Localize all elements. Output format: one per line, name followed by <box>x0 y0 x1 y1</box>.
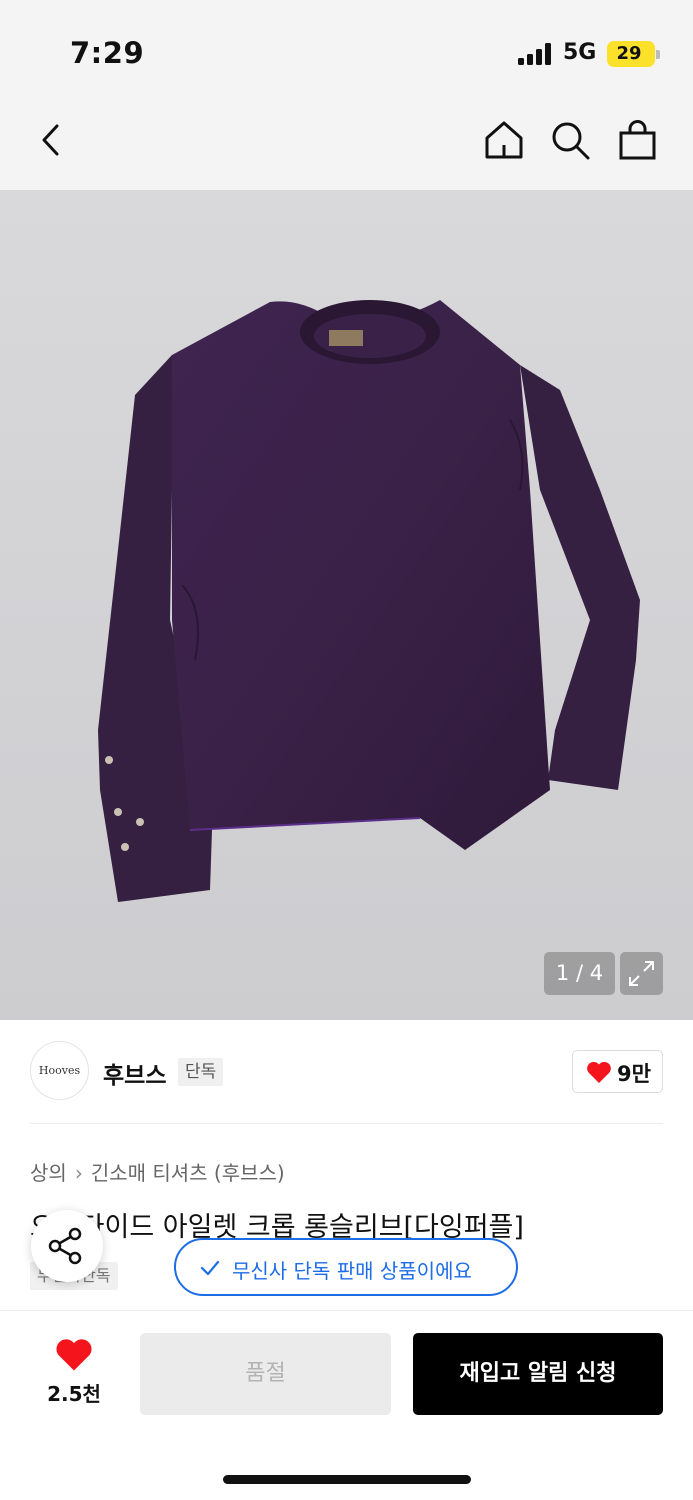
exclusive-toast: 무신사 단독 판매 상품이에요 <box>174 1238 518 1296</box>
share-button[interactable] <box>31 1210 103 1282</box>
exclusive-badge: 단독 <box>178 1058 224 1086</box>
wishlist-button[interactable]: 2.5천 <box>30 1338 118 1407</box>
toast-text: 무신사 단독 판매 상품이에요 <box>232 1259 472 1283</box>
breadcrumb: 상의 › 긴소매 티셔츠 (후브스) <box>30 1157 285 1186</box>
status-time: 7:29 <box>70 36 145 70</box>
top-nav <box>0 100 693 190</box>
shopping-bag-icon[interactable] <box>616 118 660 162</box>
product-image-gallery[interactable] <box>0 190 693 1020</box>
expand-image-button[interactable] <box>620 952 663 995</box>
divider <box>30 1123 663 1124</box>
breadcrumb-item[interactable]: 상의 <box>30 1161 67 1185</box>
image-pager: 1 / 4 <box>544 952 615 995</box>
restock-alert-button[interactable]: 재입고 알림 신청 <box>413 1333 663 1415</box>
home-indicator[interactable] <box>223 1475 471 1484</box>
check-icon <box>200 1260 220 1276</box>
brand-like-count: 9만 <box>617 1062 651 1086</box>
breadcrumb-item[interactable]: 긴소매 티셔츠 (후브스) <box>91 1161 285 1185</box>
product-image <box>98 300 640 902</box>
status-bar: 7:29 5G 29 <box>0 0 693 100</box>
heart-icon <box>56 1339 92 1371</box>
battery-level: 29 <box>616 43 642 64</box>
brand-name[interactable]: 후브스 <box>103 1056 166 1090</box>
heart-icon <box>587 1061 611 1083</box>
signal-bars-icon <box>518 43 554 65</box>
chevron-right-icon: › <box>74 1161 83 1185</box>
wishlist-count: 2.5천 <box>47 1382 101 1406</box>
search-icon[interactable] <box>548 118 592 162</box>
share-icon <box>48 1227 82 1265</box>
battery-icon: 29 <box>607 41 660 67</box>
home-icon[interactable] <box>482 118 526 162</box>
soldout-button: 품절 <box>140 1333 391 1415</box>
chevron-left-icon[interactable] <box>30 118 74 162</box>
brand-like-button[interactable]: 9만 <box>572 1050 663 1093</box>
expand-icon <box>629 961 654 986</box>
network-type: 5G <box>563 40 597 65</box>
brand-logo[interactable]: Hooves <box>30 1041 89 1100</box>
